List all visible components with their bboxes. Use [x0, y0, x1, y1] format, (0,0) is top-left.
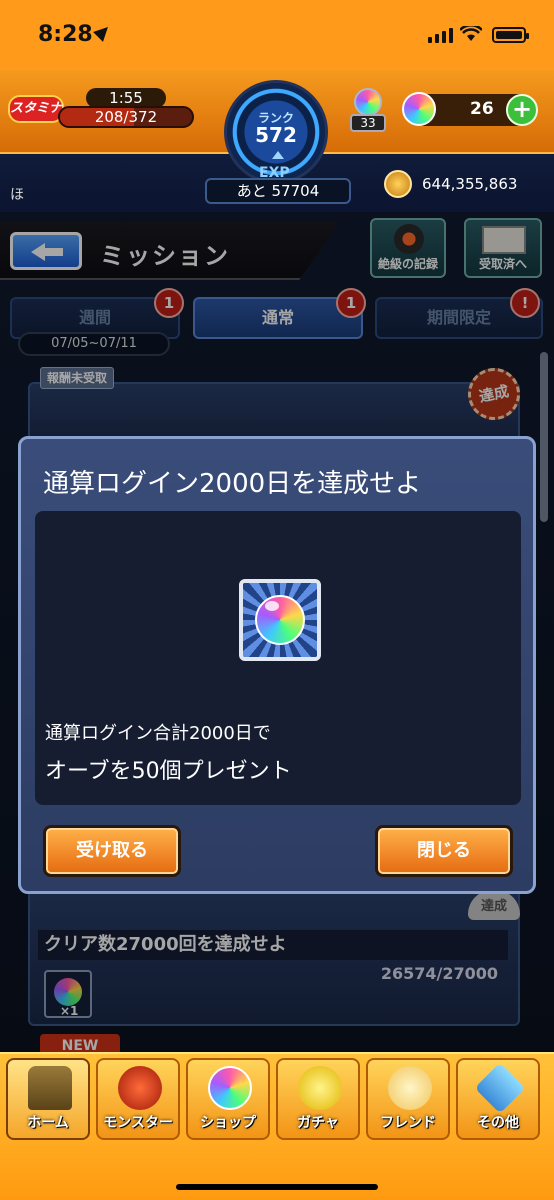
- orb-reward-icon: [239, 579, 321, 661]
- status-time: 8:28: [38, 22, 93, 47]
- orb-stock-count: 33: [350, 114, 386, 132]
- orb-icon: [255, 595, 305, 645]
- nav-gacha[interactable]: ガチャ: [276, 1058, 360, 1140]
- location-arrow-icon: [93, 22, 113, 42]
- nav-monster[interactable]: モンスター: [96, 1058, 180, 1140]
- dragon-icon: [118, 1066, 162, 1110]
- orb-icon: [402, 92, 436, 126]
- nav-home[interactable]: ホーム: [6, 1058, 90, 1140]
- player-name: ほ: [10, 187, 24, 203]
- battery-icon: [492, 27, 529, 43]
- coin-value: 644,355,863: [422, 175, 518, 193]
- stamina-timer: 1:55: [86, 88, 166, 108]
- nav-shop-label: ショップ: [200, 1115, 256, 1131]
- receive-button[interactable]: 受け取る: [43, 825, 181, 877]
- rank-up-arrow-icon: [272, 151, 284, 159]
- question-icon: [474, 1062, 526, 1114]
- stamina-value: 208/372: [94, 108, 158, 126]
- dialog-description: 通算ログイン合計2000日で: [45, 723, 271, 744]
- status-bar: 8:28: [0, 0, 554, 70]
- nav-friend[interactable]: フレンド: [366, 1058, 450, 1140]
- stamina-bar: 208/372: [58, 106, 194, 128]
- orb-stock-icon: [354, 88, 382, 116]
- orb-icon: [208, 1066, 252, 1110]
- dialog-reward-text: オーブを50個プレゼント: [45, 759, 292, 784]
- nav-monster-label: モンスター: [103, 1115, 173, 1131]
- rank-value: 572: [255, 123, 297, 147]
- orb-count: 26: [470, 99, 494, 119]
- close-button[interactable]: 閉じる: [375, 825, 513, 877]
- nav-gacha-label: ガチャ: [297, 1115, 339, 1131]
- nav-shop[interactable]: ショップ: [186, 1058, 270, 1140]
- home-indicator[interactable]: [176, 1184, 378, 1190]
- egg-icon: [298, 1066, 342, 1110]
- nav-other[interactable]: その他: [456, 1058, 540, 1140]
- buy-orb-button[interactable]: +: [506, 94, 538, 126]
- home-gate-icon: [28, 1066, 72, 1110]
- stamina-gauge: 1:55 208/372: [58, 88, 194, 128]
- nav-friend-label: フレンド: [380, 1115, 436, 1131]
- dialog-title: 通算ログイン2000日を達成せよ: [43, 469, 422, 499]
- friends-icon: [388, 1066, 432, 1110]
- wifi-icon: [460, 26, 482, 41]
- nav-other-label: その他: [477, 1115, 519, 1131]
- coin-icon: [384, 170, 412, 198]
- nav-home-label: ホーム: [27, 1115, 69, 1131]
- mission-dialog: 通算ログイン2000日を達成せよ 通算ログイン合計2000日で オーブを50個プ…: [18, 436, 536, 894]
- orb-stock-button[interactable]: 33: [350, 88, 386, 134]
- stamina-icon: スタミナ: [8, 95, 64, 123]
- exp-remaining: あと 57704: [205, 178, 351, 204]
- cellular-signal-icon: [428, 28, 453, 43]
